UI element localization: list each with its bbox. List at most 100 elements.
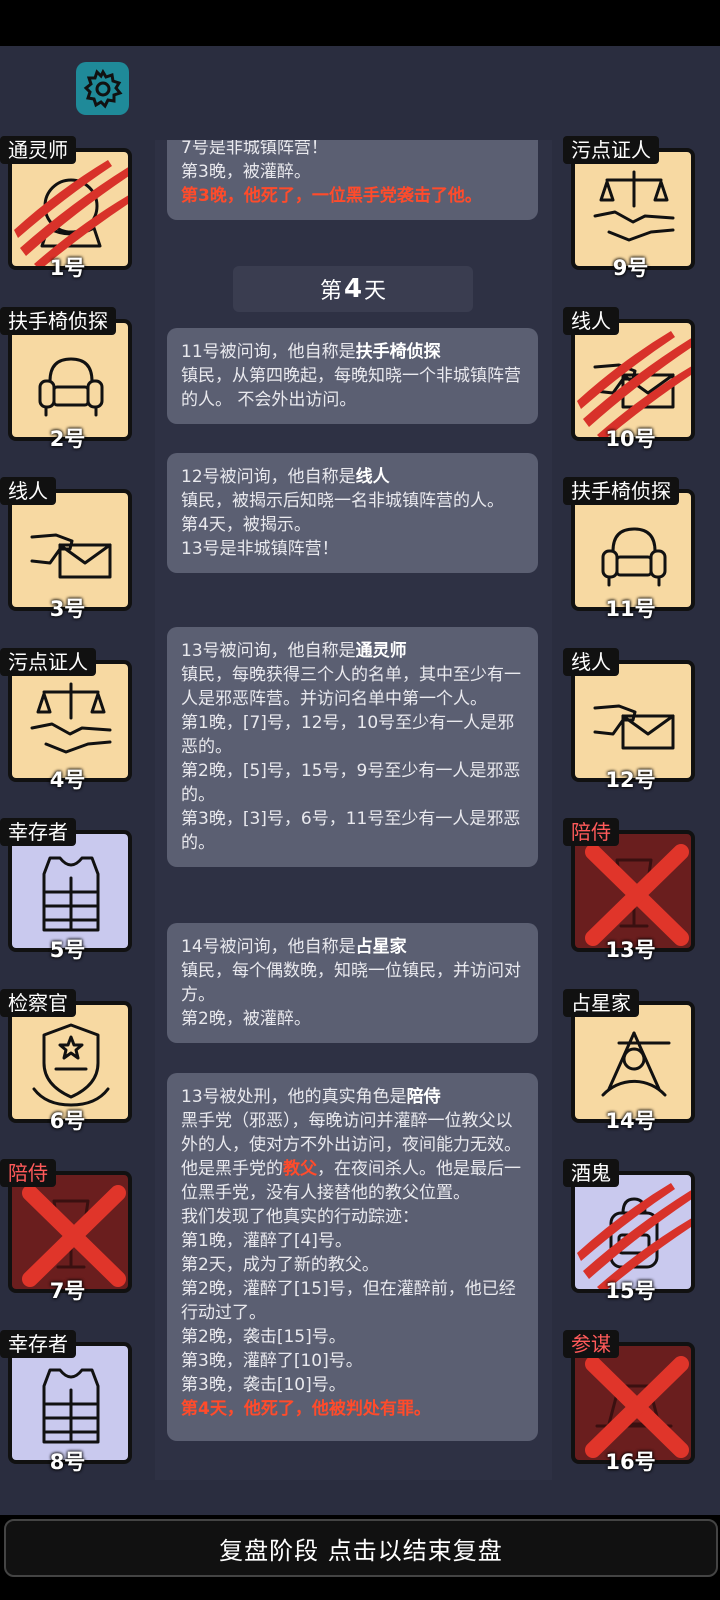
log-line: 我们发现了他真实的行动踪迹：	[181, 1207, 419, 1227]
claimed-role: 占星家	[355, 937, 407, 957]
status-bar	[0, 0, 720, 46]
log-line: 第2晚，灌醉了[15]号，但在灌醉前，他已经行动过了。	[181, 1279, 516, 1323]
player-number: 11号	[605, 597, 656, 621]
claimed-role: 扶手椅侦探	[355, 342, 441, 362]
log-line: 第1晚，灌醉了[4]号。	[181, 1231, 352, 1251]
role-label: 参谋	[563, 1329, 619, 1358]
log-message-interrogation: 14号被问询，他自称是占星家 镇民，每个偶数晚，知晓一位镇民，并访问对方。 第2…	[167, 923, 538, 1043]
log-line: 第1晚，[7]号，12号，10号至少有一人是邪恶的。	[181, 713, 515, 757]
log-line: 7号是非城镇阵营！	[181, 140, 328, 158]
end-review-button[interactable]: 复盘阶段 点击以结束复盘	[4, 1519, 718, 1577]
player-number: 8号	[49, 1449, 86, 1474]
player-number: 12号	[605, 767, 656, 792]
player-card[interactable]: 污点证人 4号	[0, 647, 135, 792]
log-line: 镇民，被揭示后知晓一名非城镇阵营的人。	[181, 491, 504, 511]
role-label: 污点证人	[0, 647, 96, 676]
player-number: 2号	[49, 426, 86, 451]
log-line: 第4天，被揭示。	[181, 515, 311, 535]
footer-bar: 复盘阶段 点击以结束复盘	[0, 1515, 720, 1600]
gear-icon	[83, 68, 123, 109]
player-card[interactable]: 通灵师 1号	[0, 136, 135, 280]
log-text: 13号被问询，他自称是	[181, 641, 356, 661]
player-number: 5号	[49, 938, 86, 962]
log-message-interrogation: 12号被问询，他自称是线人 镇民，被揭示后知晓一名非城镇阵营的人。 第4天，被揭…	[167, 453, 538, 573]
scales-handshake-icon	[593, 170, 675, 242]
log-line: 第2晚，被灌醉。	[181, 1009, 311, 1029]
armchair-icon	[601, 527, 667, 587]
vest-icon	[42, 1368, 100, 1443]
day-suffix: 天	[364, 279, 387, 304]
player-card[interactable]: 陪侍 7号	[0, 1159, 135, 1303]
role-label: 线人	[563, 647, 619, 676]
player-card[interactable]: 陪侍 13号	[563, 818, 698, 962]
role-label: 幸存者	[0, 1329, 76, 1358]
role-label: 通灵师	[0, 136, 76, 164]
role-label: 幸存者	[0, 818, 76, 846]
game-log[interactable]: 7号是非城镇阵营！ 第3晚，被灌醉。 第3晚，他死了，一位黑手党袭击了他。 第4…	[155, 140, 552, 1480]
godfather-role: 教父	[283, 1159, 317, 1179]
player-card[interactable]: 占星家 14号	[563, 988, 698, 1133]
player-card[interactable]: 线人 10号	[563, 306, 698, 451]
log-line: 镇民，每个偶数晚，知晓一位镇民，并访问对方。	[181, 961, 521, 1005]
log-text: 14号被问询，他自称是	[181, 937, 356, 957]
player-card[interactable]: 污点证人 9号	[563, 136, 698, 280]
role-label: 陪侍	[563, 818, 619, 846]
day-prefix: 第	[319, 279, 342, 304]
player-card[interactable]: 扶手椅侦探 11号	[563, 477, 698, 621]
role-label: 酒鬼	[563, 1159, 619, 1187]
role-label: 占星家	[563, 988, 639, 1017]
player-card[interactable]: 幸存者 5号	[0, 818, 135, 962]
claimed-role: 通灵师	[355, 641, 407, 661]
player-card[interactable]: 检察官 6号	[0, 988, 135, 1133]
log-message-interrogation: 11号被问询，他自称是扶手椅侦探 镇民，从第四晚起，每晚知晓一个非城镇阵营的人。…	[167, 328, 538, 424]
true-role: 陪侍	[406, 1087, 441, 1107]
armchair-icon	[38, 357, 104, 416]
log-line: 第3晚，被灌醉。	[181, 162, 311, 182]
log-line: 第3晚，袭击[10]号。	[181, 1375, 346, 1395]
claimed-role: 线人	[355, 467, 390, 487]
log-text: 13号被处刑，他的真实角色是	[181, 1087, 407, 1107]
settings-button[interactable]	[76, 62, 129, 115]
role-label: 污点证人	[563, 136, 659, 164]
scales-handshake-icon	[30, 682, 112, 753]
log-line: 第3晚，[3]号，6号，11号至少有一人是邪恶的。	[181, 809, 521, 853]
log-death-line: 第3晚，他死了，一位黑手党袭击了他。	[181, 186, 482, 206]
player-number: 15号	[605, 1279, 656, 1303]
player-number: 10号	[605, 426, 656, 451]
player-card[interactable]: 幸存者 8号	[0, 1329, 135, 1474]
player-number: 4号	[49, 767, 86, 792]
player-card[interactable]: 参谋 16号	[563, 1329, 698, 1474]
player-card[interactable]: 线人 12号	[563, 647, 698, 792]
log-text: 他是黑手党的	[181, 1159, 283, 1179]
log-text: 12号被问询，他自称是	[181, 467, 356, 487]
log-text: 11号被问询，他自称是	[181, 342, 356, 362]
role-label: 扶手椅侦探	[0, 306, 116, 335]
day-number: 4	[343, 274, 363, 304]
log-line: 第2晚，[5]号，15号，9号至少有一人是邪恶的。	[181, 761, 521, 805]
role-description: 镇民，从第四晚起，每晚知晓一个非城镇阵营的人。 不会外出访问。	[181, 366, 521, 410]
player-number: 6号	[49, 1108, 86, 1133]
log-line: 第3晚，灌醉了[10]号。	[181, 1351, 363, 1371]
player-card[interactable]: 酒鬼 15号	[563, 1159, 698, 1303]
log-line: 第2晚，袭击[15]号。	[181, 1327, 346, 1347]
player-number: 16号	[605, 1449, 656, 1474]
player-number: 3号	[49, 597, 86, 621]
player-number: 13号	[605, 938, 656, 962]
role-label: 扶手椅侦探	[563, 477, 679, 505]
role-description: 黑手党（邪恶），每晚访问并灌醉一位教父以外的人，使对方不外出访问，夜间能力无效。	[181, 1111, 521, 1155]
log-message-death: 7号是非城镇阵营！ 第3晚，被灌醉。 第3晚，他死了，一位黑手党袭击了他。	[167, 140, 538, 220]
player-number: 14号	[605, 1108, 656, 1133]
envelope-hand-icon	[593, 704, 675, 749]
player-card[interactable]: 扶手椅侦探 2号	[0, 306, 135, 451]
log-line: 第2天，成为了新的教父。	[181, 1255, 379, 1275]
player-card[interactable]: 线人 3号	[0, 477, 135, 621]
role-label: 陪侍	[0, 1159, 56, 1187]
vest-icon	[42, 856, 100, 932]
player-number: 9号	[612, 256, 649, 280]
sextant-icon	[601, 1031, 671, 1096]
role-label: 线人	[0, 477, 56, 505]
day-header: 第4天	[233, 266, 473, 312]
role-label: 检察官	[0, 988, 76, 1017]
log-message-interrogation: 13号被问询，他自称是通灵师 镇民，每晚获得三个人的名单，其中至少有一人是邪恶阵…	[167, 627, 538, 867]
log-death-line: 第4天，他死了，他被判处有罪。	[181, 1399, 431, 1419]
